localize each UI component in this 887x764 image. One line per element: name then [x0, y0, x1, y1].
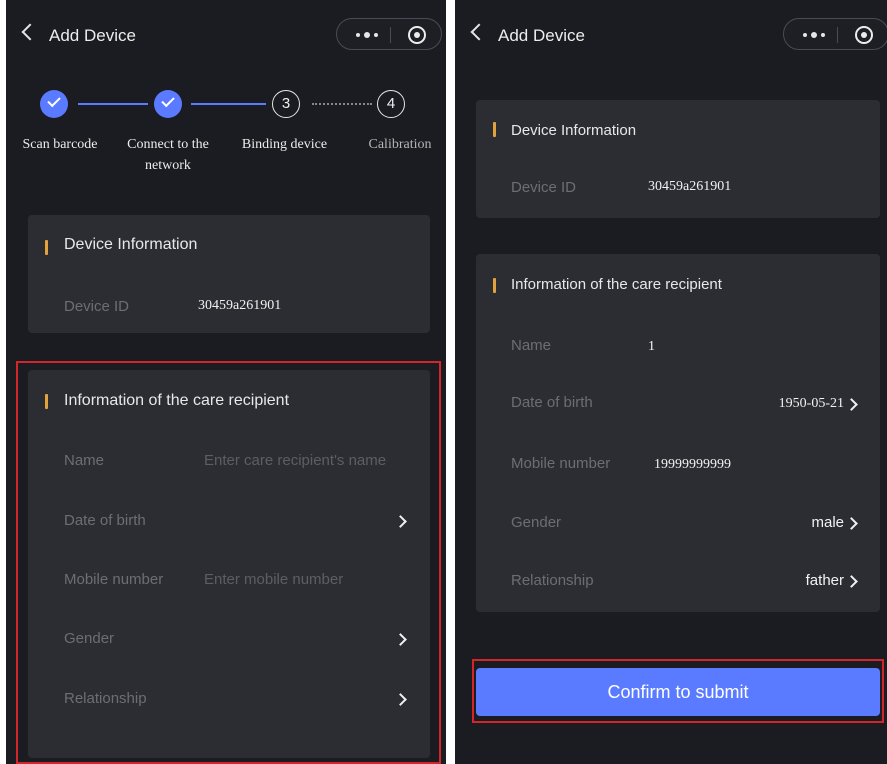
target-icon[interactable] — [854, 25, 874, 45]
device-id-label: Device ID — [64, 298, 130, 315]
mobile-label: Mobile number — [511, 455, 611, 472]
name-label: Name — [64, 452, 105, 469]
step-3-circle: 3 — [272, 90, 300, 118]
device-id-label: Device ID — [511, 179, 577, 196]
chevron-right-icon[interactable] — [847, 574, 857, 588]
add-device-screen-filled: Add Device Device Information Device ID … — [455, 0, 887, 764]
device-info-card: Device Information Device ID 30459a26190… — [28, 215, 430, 333]
dob-label: Date of birth — [64, 512, 146, 529]
name-label: Name — [511, 337, 552, 354]
step-4-circle: 4 — [377, 90, 405, 118]
mobile-label: Mobile number — [64, 571, 164, 588]
page-title: Add Device — [49, 26, 136, 45]
device-id-value: 30459a261901 — [198, 298, 282, 313]
care-recipient-card: Information of the care recipient Name 1… — [476, 254, 880, 612]
name-input[interactable]: Enter care recipient's name — [204, 452, 386, 469]
confirm-submit-button[interactable]: Confirm to submit — [476, 668, 880, 716]
dob-label: Date of birth — [511, 394, 593, 411]
care-recipient-title: Information of the care recipient — [511, 276, 722, 293]
back-chevron-icon[interactable] — [467, 18, 487, 46]
mobile-value[interactable]: 19999999999 — [654, 457, 731, 473]
step-label-scan: Scan barcode — [22, 137, 98, 152]
mini-program-capsule — [336, 18, 442, 50]
chevron-right-icon[interactable] — [396, 632, 406, 646]
check-icon — [154, 90, 182, 118]
chevron-right-icon[interactable] — [847, 516, 857, 530]
step-label-binding: Binding device — [241, 137, 328, 152]
relationship-label: Relationship — [511, 572, 594, 589]
relationship-label: Relationship — [64, 690, 147, 707]
dob-value[interactable]: 1950-05-21 — [779, 396, 844, 412]
device-info-title: Device Information — [511, 122, 637, 139]
device-id-value: 30459a261901 — [648, 179, 732, 194]
mobile-input[interactable]: Enter mobile number — [204, 571, 343, 588]
mini-program-capsule — [783, 18, 887, 50]
back-chevron-icon[interactable] — [18, 18, 38, 46]
care-recipient-card: Information of the care recipient Name E… — [28, 370, 430, 758]
step-label-calibration: Calibration — [368, 137, 432, 152]
chevron-right-icon[interactable] — [847, 397, 857, 411]
step-label-connect: Connect to the network — [127, 137, 209, 173]
device-info-card: Device Information Device ID 30459a26190… — [476, 100, 880, 218]
more-icon[interactable] — [794, 25, 834, 45]
care-recipient-title: Information of the care recipient — [64, 392, 290, 409]
chevron-right-icon[interactable] — [396, 692, 406, 706]
more-icon[interactable] — [347, 25, 387, 45]
gender-label: Gender — [511, 514, 562, 531]
add-device-screen-step3: Add Device 3 4 Scan barcode Connect to t… — [6, 0, 446, 764]
chevron-right-icon[interactable] — [396, 514, 406, 528]
check-icon — [40, 90, 68, 118]
gender-label: Gender — [64, 630, 115, 647]
device-info-title: Device Information — [64, 236, 198, 253]
relationship-value[interactable]: father — [806, 572, 844, 589]
name-value[interactable]: 1 — [648, 339, 655, 355]
target-icon[interactable] — [407, 25, 427, 45]
page-title: Add Device — [498, 26, 585, 45]
gender-value[interactable]: male — [811, 514, 844, 531]
